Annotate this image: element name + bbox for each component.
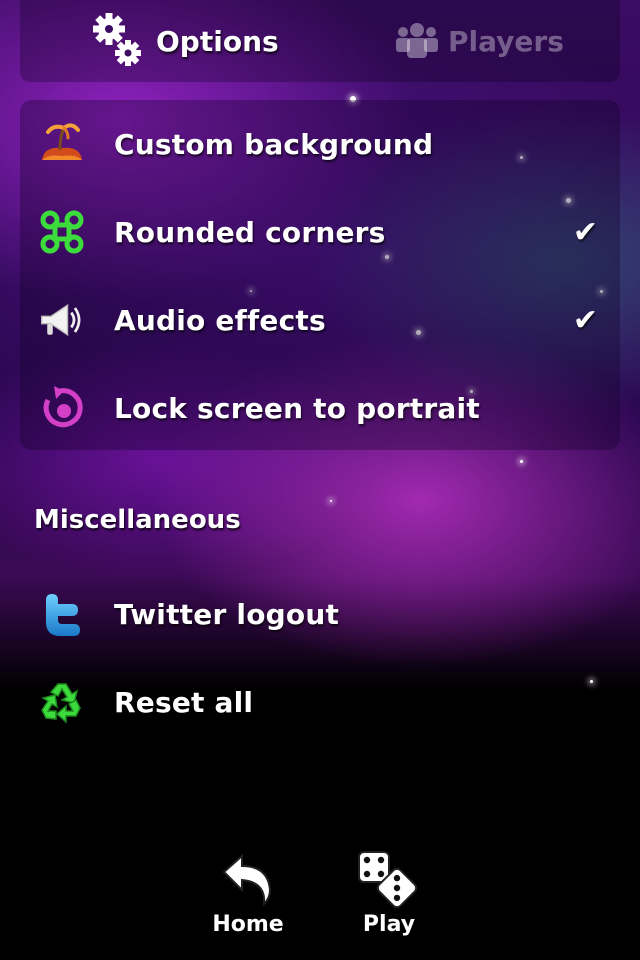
play-label: Play	[362, 912, 416, 937]
tab-bar: Options Players	[20, 0, 620, 82]
option-custom-background[interactable]: Custom background	[20, 100, 620, 188]
option-label: Custom background	[114, 127, 434, 161]
twitter-icon	[38, 590, 86, 638]
option-label: Lock screen to portrait	[114, 391, 480, 425]
misc-label: Reset all	[114, 685, 254, 719]
tab-players[interactable]: Players	[394, 0, 564, 82]
checkmark-icon: ✔	[572, 302, 598, 338]
island-icon	[38, 120, 86, 168]
misc-twitter-logout[interactable]: Twitter logout	[20, 570, 620, 658]
gears-icon	[92, 11, 148, 71]
checkmark-icon: ✔	[572, 214, 598, 250]
home-button[interactable]: Home	[203, 852, 293, 942]
options-list: Custom background Rounded corners ✔ Audi…	[20, 100, 620, 450]
tab-players-label: Players	[448, 24, 564, 58]
star	[330, 500, 332, 502]
megaphone-icon	[38, 296, 86, 344]
misc-label: Twitter logout	[114, 597, 340, 631]
option-label: Rounded corners	[114, 215, 386, 249]
misc-reset-all[interactable]: Reset all	[20, 658, 620, 746]
tab-options-label: Options	[156, 24, 279, 58]
command-key-icon	[38, 208, 86, 256]
people-icon	[394, 21, 440, 61]
rotate-lock-icon	[38, 384, 86, 432]
play-button[interactable]: Play	[344, 851, 434, 942]
dice-icon	[357, 851, 421, 909]
tab-options[interactable]: Options	[92, 0, 279, 82]
option-audio-effects[interactable]: Audio effects ✔	[20, 276, 620, 364]
star	[520, 460, 523, 463]
option-rounded-corners[interactable]: Rounded corners ✔	[20, 188, 620, 276]
option-lock-portrait[interactable]: Lock screen to portrait	[20, 364, 620, 452]
options-screen: Options Players Custom background Rounde…	[0, 0, 640, 960]
option-label: Audio effects	[114, 303, 326, 337]
back-arrow-icon	[216, 852, 280, 908]
home-label: Home	[212, 912, 284, 937]
miscellaneous-list: Twitter logout Reset all	[20, 570, 620, 746]
recycle-icon	[38, 678, 86, 726]
section-title-miscellaneous: Miscellaneous	[34, 505, 241, 535]
